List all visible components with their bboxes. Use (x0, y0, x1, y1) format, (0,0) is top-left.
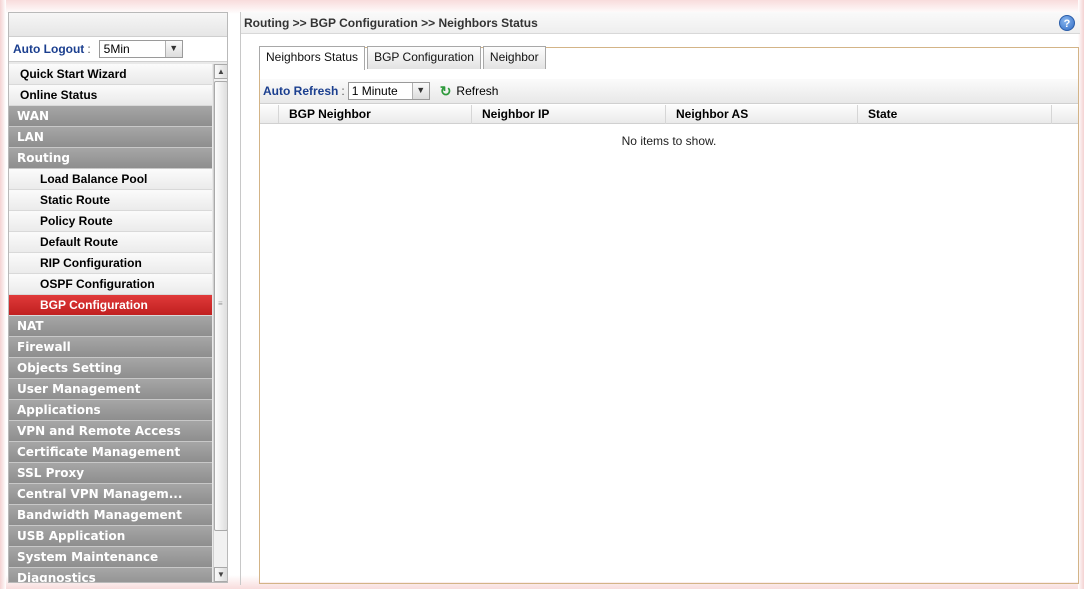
sidebar-item-firewall[interactable]: Firewall (9, 337, 212, 358)
empty-message: No items to show. (621, 134, 717, 148)
auto-logout-colon: : (87, 42, 91, 56)
table-body: No items to show. (260, 125, 1078, 582)
sidebar-item-central-vpn-managem[interactable]: Central VPN Managem... (9, 484, 212, 505)
sidebar-item-nat[interactable]: NAT (9, 316, 212, 337)
chevron-down-icon[interactable]: ▼ (164, 41, 182, 57)
tab-bar: Neighbors Status BGP Configuration Neigh… (259, 46, 548, 70)
refresh-label: Refresh (456, 84, 499, 98)
toolbar: Auto Refresh : 1 Minute ▼ ↻ Refresh (260, 79, 1078, 104)
auto-refresh-colon: : (341, 84, 345, 98)
sidebar-item-bgp-configuration[interactable]: BGP Configuration (9, 295, 212, 316)
scroll-down-icon[interactable]: ▼ (214, 567, 227, 582)
tab-bgp-configuration[interactable]: BGP Configuration (367, 46, 481, 69)
sidebar-item-user-management[interactable]: User Management (9, 379, 212, 400)
sidebar-item-ssl-proxy[interactable]: SSL Proxy (9, 463, 212, 484)
tab-neighbors-status[interactable]: Neighbors Status (259, 46, 366, 70)
auto-refresh-label: Auto Refresh (263, 84, 339, 98)
column-header-bgp-neighbor[interactable]: BGP Neighbor (279, 105, 472, 124)
sidebar: Auto Logout : 5Min ▼ Quick Start Wizard O… (8, 12, 228, 583)
tab-neighbor[interactable]: Neighbor (482, 46, 546, 69)
scrollbar-thumb[interactable]: ≡ (214, 81, 227, 531)
sidebar-item-policy-route[interactable]: Policy Route (9, 211, 212, 232)
auto-logout-row: Auto Logout : 5Min ▼ (9, 37, 227, 62)
sidebar-item-lan[interactable]: LAN (9, 127, 212, 148)
sidebar-item-diagnostics[interactable]: Diagnostics (9, 568, 212, 582)
sidebar-item-routing[interactable]: Routing (9, 148, 212, 169)
scroll-up-icon[interactable]: ▲ (214, 64, 227, 79)
sidebar-header (9, 13, 227, 37)
sidebar-item-bandwidth-management[interactable]: Bandwidth Management (9, 505, 212, 526)
breadcrumb-bar: Routing >> BGP Configuration >> Neighbor… (241, 12, 1080, 34)
sidebar-item-certificate-management[interactable]: Certificate Management (9, 442, 212, 463)
sidebar-item-wan[interactable]: WAN (9, 106, 212, 127)
table-header: BGP Neighbor Neighbor IP Neighbor AS Sta… (260, 105, 1078, 124)
column-header-state[interactable]: State (858, 105, 1052, 124)
sidebar-item-load-balance-pool[interactable]: Load Balance Pool (9, 169, 212, 190)
sidebar-item-ospf-configuration[interactable]: OSPF Configuration (9, 274, 212, 295)
refresh-icon: ↻ (439, 82, 452, 99)
sidebar-item-static-route[interactable]: Static Route (9, 190, 212, 211)
auto-logout-label: Auto Logout (13, 42, 85, 56)
sidebar-item-default-route[interactable]: Default Route (9, 232, 212, 253)
sidebar-item-quick-start-wizard[interactable]: Quick Start Wizard (9, 64, 212, 85)
sidebar-item-usb-application[interactable]: USB Application (9, 526, 212, 547)
refresh-button[interactable]: ↻ Refresh (440, 83, 499, 100)
auto-logout-value: 5Min (103, 42, 130, 56)
sidebar-item-online-status[interactable]: Online Status (9, 85, 212, 106)
sidebar-item-rip-configuration[interactable]: RIP Configuration (9, 253, 212, 274)
column-header-neighbor-as[interactable]: Neighbor AS (666, 105, 858, 124)
main-content: Routing >> BGP Configuration >> Neighbor… (240, 12, 1080, 585)
sidebar-item-vpn-and-remote-access[interactable]: VPN and Remote Access (9, 421, 212, 442)
auto-logout-select[interactable]: 5Min ▼ (98, 40, 183, 58)
sidebar-item-applications[interactable]: Applications (9, 400, 212, 421)
auto-refresh-select[interactable]: 1 Minute ▼ (347, 82, 430, 100)
auto-refresh-value: 1 Minute (351, 84, 398, 98)
frame-edge-left (0, 0, 6, 589)
help-icon[interactable]: ? (1059, 15, 1075, 31)
sidebar-menu: Quick Start Wizard Online Status WAN LAN Rou… (9, 64, 212, 582)
chevron-down-icon[interactable]: ▼ (411, 83, 429, 99)
column-header-neighbor-ip[interactable]: Neighbor IP (472, 105, 666, 124)
row-number-header (260, 105, 279, 123)
grip-icon: ≡ (218, 299, 223, 308)
sidebar-scrollbar[interactable]: ▲ ≡ ▼ (213, 64, 227, 582)
breadcrumb: Routing >> BGP Configuration >> Neighbor… (244, 16, 538, 30)
sidebar-item-system-maintenance[interactable]: System Maintenance (9, 547, 212, 568)
sidebar-item-objects-setting[interactable]: Objects Setting (9, 358, 212, 379)
